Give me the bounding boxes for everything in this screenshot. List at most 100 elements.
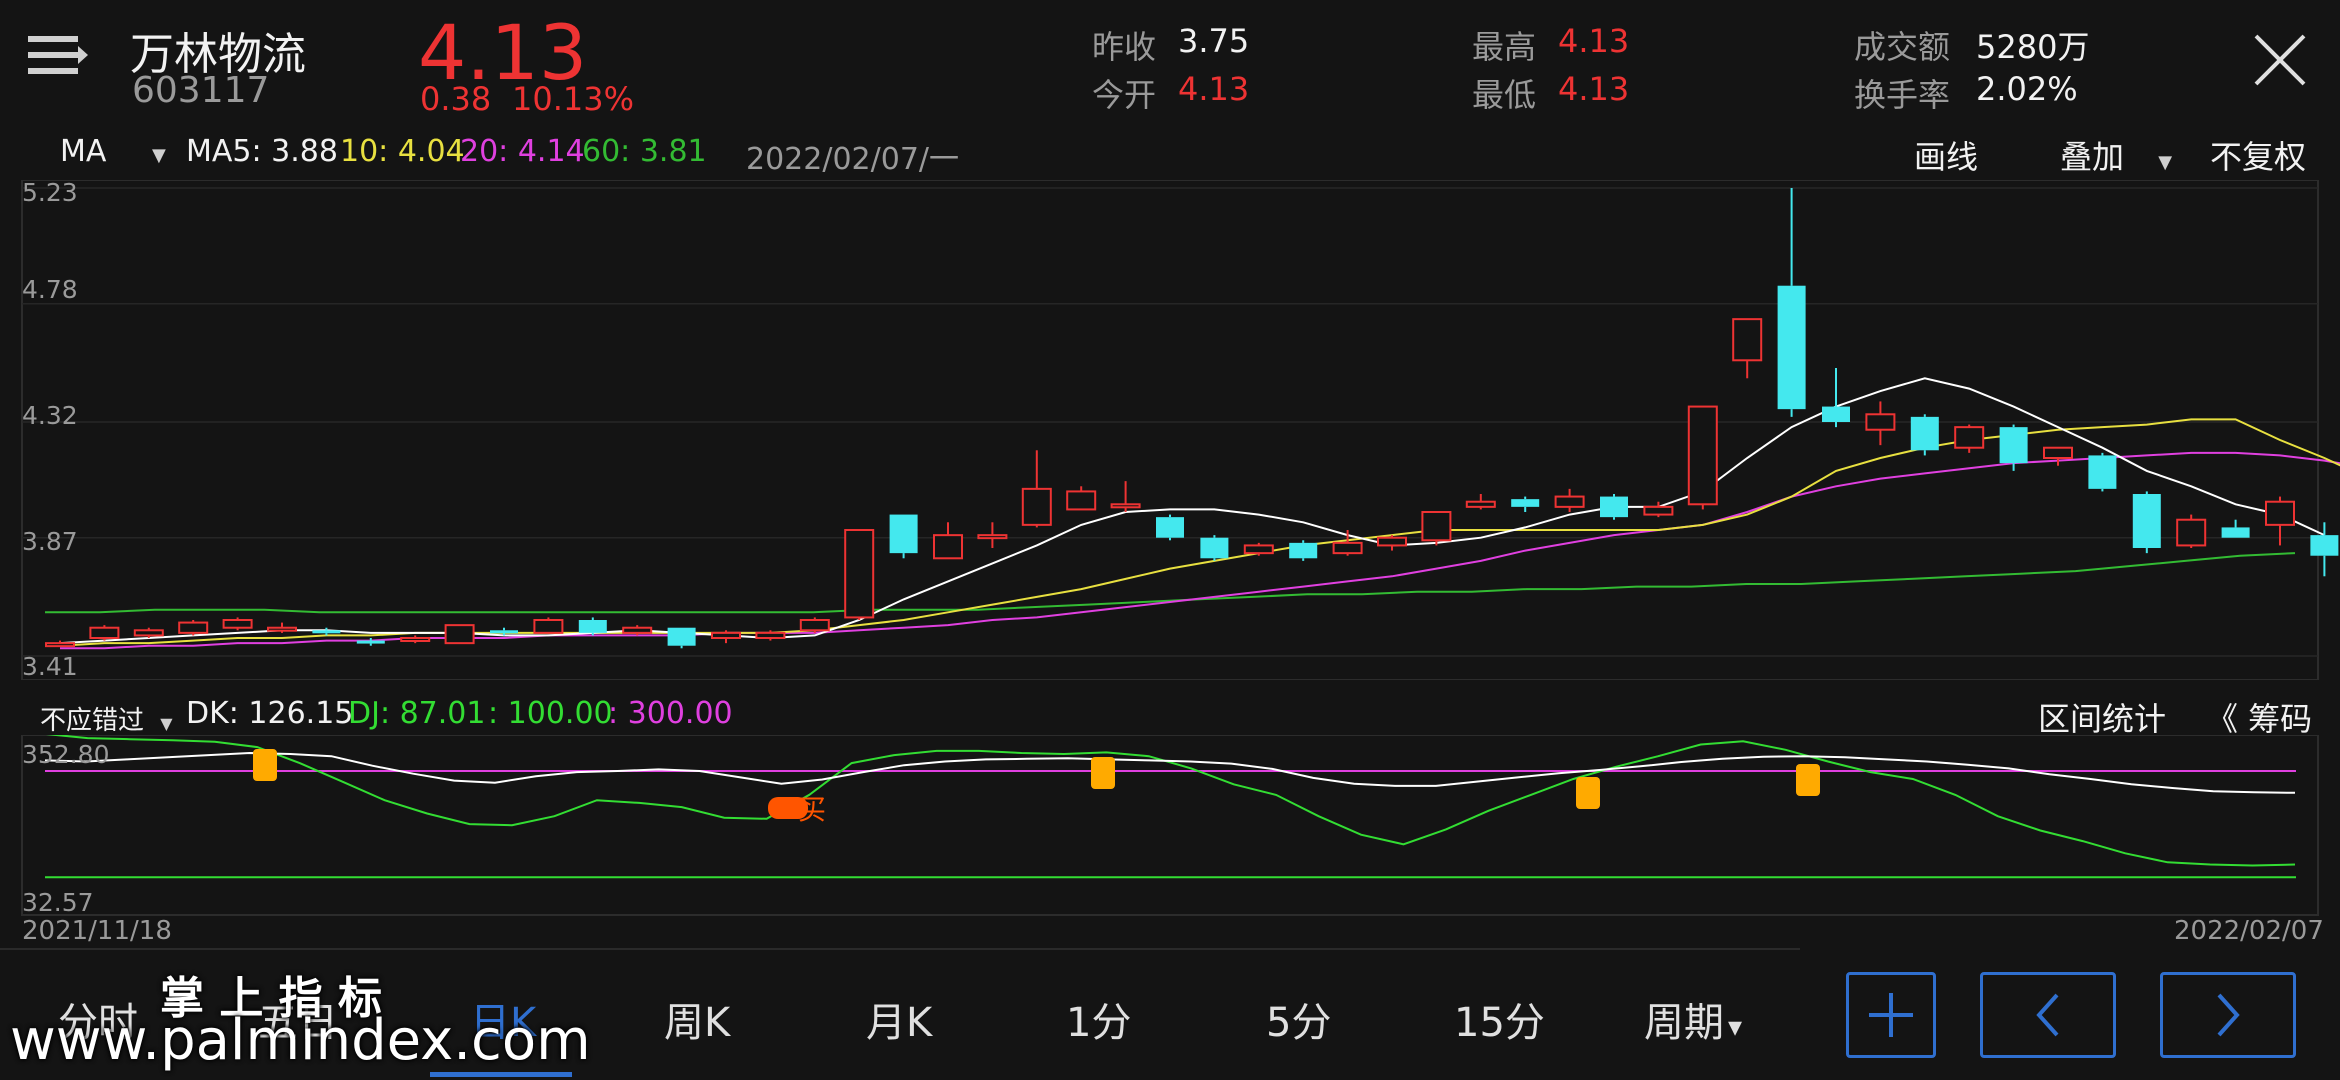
candle-body	[1910, 416, 1939, 451]
candle-body	[1110, 503, 1141, 509]
candlestick	[977, 522, 1008, 548]
overlay-select[interactable]: 叠加 ▼	[2060, 132, 2172, 178]
candle-body	[1554, 495, 1585, 508]
prev-button[interactable]	[1980, 972, 2116, 1058]
price-axis-label: 5.23	[22, 178, 78, 207]
candlestick	[2132, 491, 2161, 554]
candle-body	[312, 630, 341, 634]
candle-body	[533, 619, 564, 634]
turnover-rate-value: 2.02%	[1976, 70, 2078, 108]
tab-period[interactable]: 月K	[866, 990, 932, 1048]
candle-body	[1687, 405, 1718, 506]
sub-indicator-select[interactable]: 不应错过 ▼	[40, 700, 173, 737]
ma-indicator-select[interactable]: MA ▼	[60, 134, 166, 169]
tab-period[interactable]: 15分	[1454, 990, 1545, 1048]
candle-body	[356, 640, 385, 644]
cursor-date: 2022/02/07/一	[746, 142, 960, 177]
high-value: 4.13	[1558, 22, 1630, 60]
next-button[interactable]	[2160, 972, 2296, 1058]
candle-body	[799, 619, 830, 632]
dj-value: DJ: 87.01	[348, 696, 486, 731]
candlestick	[1289, 540, 1318, 561]
menu-icon[interactable]	[26, 30, 90, 86]
overlay-label: 叠加	[2060, 138, 2125, 176]
ma-indicator-label: MA	[60, 134, 107, 169]
candlestick	[933, 522, 963, 560]
tab-period[interactable]: 1分	[1066, 990, 1131, 1048]
price-axis-label: 4.78	[22, 275, 78, 304]
level-300-value: : 300.00	[608, 696, 733, 731]
candle-body	[1822, 406, 1850, 422]
sell-signal-marker	[253, 749, 277, 781]
price-axis-label: 3.41	[22, 652, 78, 681]
candlestick	[799, 617, 830, 633]
candlestick	[312, 627, 341, 636]
candlestick	[1865, 401, 1896, 446]
candle-body	[977, 534, 1008, 540]
candle-body	[2043, 446, 2073, 460]
candlestick	[2176, 514, 2207, 548]
chevron-right-icon	[2217, 993, 2240, 1037]
candle-body	[2132, 494, 2161, 548]
candle-body	[711, 631, 741, 640]
ma10-value: 10: 4.04	[340, 134, 465, 169]
candlestick	[1732, 318, 1763, 379]
candle-body	[1511, 499, 1540, 507]
candle-body	[89, 626, 120, 640]
sub-axis-label: 352.80	[22, 740, 110, 769]
candlestick	[1066, 486, 1097, 511]
high-label: 最高	[1472, 28, 1537, 66]
candlestick	[1822, 368, 1850, 428]
candlestick	[1200, 535, 1229, 561]
candlestick	[1021, 450, 1052, 528]
candle-body	[2221, 527, 2250, 538]
candle-body	[844, 529, 875, 619]
candle-body	[1243, 544, 1274, 555]
candle-body	[2265, 500, 2295, 526]
tab-period[interactable]: 周K	[664, 990, 730, 1048]
candle-body	[2176, 518, 2207, 547]
end-date: 2022/02/07	[2174, 916, 2324, 946]
open-value: 4.13	[1178, 70, 1250, 108]
kline-chart[interactable]	[0, 180, 2340, 680]
candle-body	[1332, 541, 1363, 555]
ma20-value: 20: 4.14	[460, 134, 585, 169]
candle-body	[1777, 285, 1806, 410]
adjust-button[interactable]: 不复权	[2210, 132, 2306, 178]
candle-body	[222, 619, 253, 629]
candlestick	[1554, 488, 1585, 512]
tab-period[interactable]: 周期 ▾	[1644, 990, 1742, 1048]
watermark-url: www.palmindex.com	[10, 1008, 591, 1073]
chips-button[interactable]: 《 筹码	[2206, 694, 2312, 740]
ma60-value: 60: 3.81	[582, 134, 707, 169]
turnover-value: 5280万	[1976, 28, 2090, 66]
candlestick	[178, 620, 209, 636]
indicator-chart[interactable]: 买	[0, 735, 2340, 920]
candle-body	[1066, 490, 1097, 511]
candle-body	[1421, 511, 1452, 542]
sub-axis-label: 32.57	[22, 888, 94, 917]
candlestick	[1600, 494, 1628, 520]
close-icon[interactable]	[2250, 30, 2310, 90]
low-value: 4.13	[1558, 70, 1630, 108]
tab-period[interactable]: 5分	[1266, 990, 1331, 1048]
chevron-down-icon: ▼	[2158, 152, 2173, 173]
draw-line-button[interactable]: 画线	[1914, 132, 1978, 178]
candle-body	[889, 514, 918, 554]
candlestick	[222, 617, 253, 631]
candle-body	[1200, 537, 1229, 559]
range-stats-button[interactable]: 区间统计	[2038, 694, 2166, 740]
candlestick	[2221, 519, 2250, 538]
candlestick	[578, 617, 607, 636]
candlestick	[1910, 414, 1939, 456]
ma20-line	[60, 451, 2340, 650]
candlestick	[400, 635, 431, 644]
candlestick	[1421, 511, 1452, 546]
candle-body	[1377, 536, 1407, 547]
candlestick	[1110, 481, 1141, 512]
candlestick	[1954, 424, 1985, 453]
buy-signal-label: 买	[798, 793, 826, 826]
add-button[interactable]	[1846, 972, 1936, 1058]
candle-body	[667, 627, 696, 646]
candle-body	[1643, 505, 1674, 516]
